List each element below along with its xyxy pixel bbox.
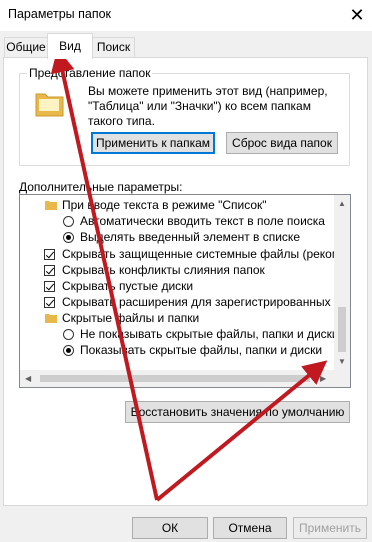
scroll-down-icon[interactable]: ▼ [338, 357, 346, 366]
checkbox[interactable] [44, 281, 55, 292]
tree-item-label: Скрывать расширения для зарегистрированн… [62, 295, 351, 309]
checkbox[interactable] [44, 249, 55, 260]
scroll-left-icon[interactable]: ◀ [25, 374, 31, 383]
apply-to-folders-button[interactable]: Применить к папкам [91, 132, 215, 154]
folder-view-caption: Представление папок [27, 66, 153, 80]
advanced-settings-label: Дополнительные параметры: [19, 180, 183, 194]
tree-item-label: Скрывать защищенные системные файлы (рек… [62, 247, 351, 261]
scrollbar-corner [333, 370, 350, 387]
tab-general[interactable]: Общие [4, 37, 48, 57]
radio-button[interactable] [63, 216, 74, 227]
folder-view-description: Вы можете применить этот вид (например, … [88, 84, 328, 128]
folder-icon [45, 201, 57, 210]
tab-view-label: Вид [59, 39, 81, 53]
tree-item-label: Скрывать пустые диски [62, 279, 194, 293]
horizontal-scroll-thumb[interactable] [40, 375, 310, 382]
window-title: Параметры папок [8, 7, 112, 21]
tree-item-label: При вводе текста в режиме "Список" [62, 198, 267, 212]
tree-item-label: Выделять введенный элемент в списке [80, 230, 300, 244]
tree-item-label: Показывать скрытые файлы, папки и диски [80, 343, 323, 357]
ok-button[interactable]: ОК [132, 517, 208, 539]
radio-button[interactable] [63, 345, 74, 356]
tab-search[interactable]: Поиск [92, 37, 135, 57]
folder-icon [35, 93, 64, 117]
horizontal-scrollbar[interactable]: ◀ ▶ [20, 370, 334, 387]
radio-button[interactable] [63, 232, 74, 243]
scroll-right-icon[interactable]: ▶ [320, 374, 326, 383]
checkbox[interactable] [44, 265, 55, 276]
tree-item-label: Автоматически вводить текст в поле поиск… [80, 214, 325, 228]
cancel-button[interactable]: Отмена [213, 517, 287, 539]
restore-defaults-button[interactable]: Восстановить значения по умолчанию [125, 401, 350, 423]
apply-button[interactable]: Применить [293, 517, 367, 539]
close-icon[interactable]: ✕ [342, 0, 372, 31]
tree-item-label: Скрытые файлы и папки [62, 311, 200, 325]
tab-search-label: Поиск [96, 40, 131, 54]
tab-view[interactable]: Вид [47, 33, 93, 59]
tree-item-label: Не показывать скрытые файлы, папки и дис… [80, 327, 339, 341]
checkbox[interactable] [44, 297, 55, 308]
title-bar: Параметры папок ✕ [0, 0, 372, 31]
advanced-settings-tree[interactable]: При вводе текста в режиме "Список" Автом… [19, 194, 351, 388]
vertical-scroll-thumb[interactable] [338, 307, 346, 352]
radio-button[interactable] [63, 329, 74, 340]
tab-general-label: Общие [6, 40, 46, 54]
reset-folders-button[interactable]: Сброс вида папок [226, 132, 338, 154]
scroll-up-icon[interactable]: ▲ [338, 199, 346, 208]
vertical-scrollbar[interactable]: ▲ ▼ [334, 195, 350, 370]
folder-icon [45, 314, 57, 323]
tree-item-label: Скрывать конфликты слияния папок [62, 263, 265, 277]
